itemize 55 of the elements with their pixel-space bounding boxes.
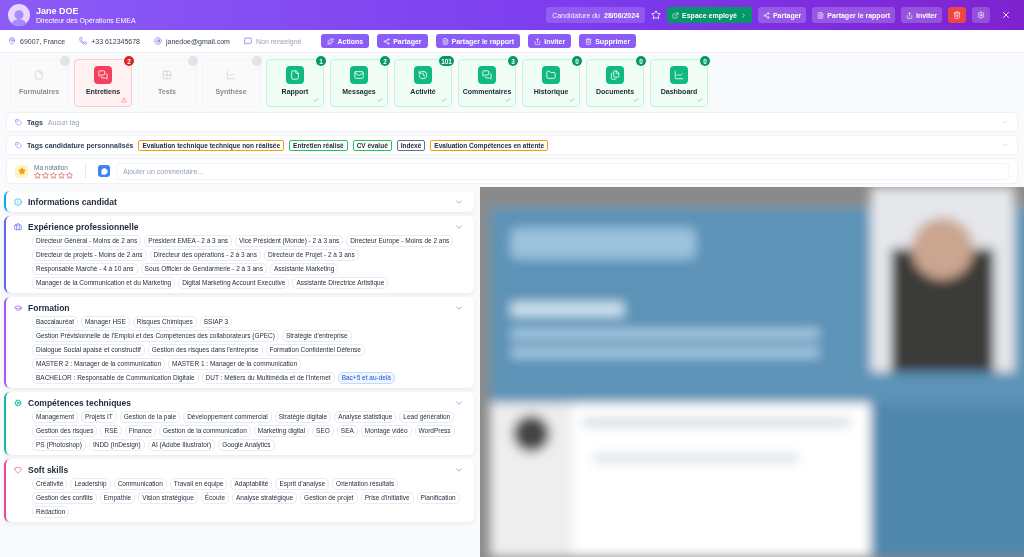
mail-icon — [350, 66, 368, 84]
chevron-down-icon[interactable] — [1001, 141, 1009, 149]
check-icon — [569, 97, 575, 103]
info-icon — [14, 197, 22, 206]
upload-icon — [906, 11, 913, 19]
gear-icon — [14, 398, 22, 407]
check-icon — [313, 97, 319, 103]
share-icon — [762, 11, 770, 19]
star-rating[interactable] — [34, 171, 73, 179]
comment-icon — [98, 165, 110, 177]
section-title: Soft skills — [28, 464, 70, 475]
section-title: Informations candidat — [28, 196, 118, 207]
messenger-icon — [243, 37, 252, 45]
section-title: Formation — [28, 302, 71, 313]
close-icon — [1001, 10, 1011, 20]
document-icon — [286, 66, 304, 84]
phone-icon — [79, 37, 88, 45]
avatar-icon — [8, 4, 30, 26]
check-icon — [505, 97, 511, 103]
chevron-down-icon[interactable] — [1001, 118, 1009, 126]
upload-icon — [534, 37, 542, 45]
tag-icon — [15, 118, 22, 126]
check-icon — [697, 97, 703, 103]
graduation-cap-icon — [14, 303, 22, 312]
settings-button[interactable] — [972, 7, 990, 23]
briefcase-icon — [14, 222, 22, 231]
favorite-star-icon[interactable] — [651, 10, 662, 20]
warning-icon — [121, 97, 127, 103]
files-icon — [606, 66, 624, 84]
document-icon — [817, 11, 825, 19]
check-icon — [377, 97, 383, 103]
star-icon — [15, 164, 28, 178]
candidate-name: Jane DOE — [36, 6, 80, 16]
section-title: Compétences techniques — [28, 397, 132, 408]
trash-icon — [585, 37, 593, 45]
section-title: Expérience professionnelle — [28, 221, 140, 232]
location-icon — [8, 37, 16, 45]
folder-icon — [542, 66, 560, 84]
check-icon — [633, 97, 639, 103]
heart-icon — [14, 465, 22, 474]
email-icon — [154, 37, 162, 45]
sparkle-icon — [327, 37, 335, 45]
chevron-right-icon — [739, 11, 747, 19]
check-icon — [441, 97, 447, 103]
tag-icon — [15, 141, 22, 149]
trash-icon — [953, 11, 961, 19]
history-icon — [414, 66, 432, 84]
settings-icon — [977, 11, 985, 19]
chat-icon — [478, 66, 496, 84]
chat-icon — [94, 66, 112, 84]
document-icon — [441, 37, 449, 45]
delete-button[interactable] — [948, 7, 966, 23]
external-link-icon — [672, 11, 680, 19]
chart-icon — [670, 66, 688, 84]
share-icon — [383, 37, 391, 45]
